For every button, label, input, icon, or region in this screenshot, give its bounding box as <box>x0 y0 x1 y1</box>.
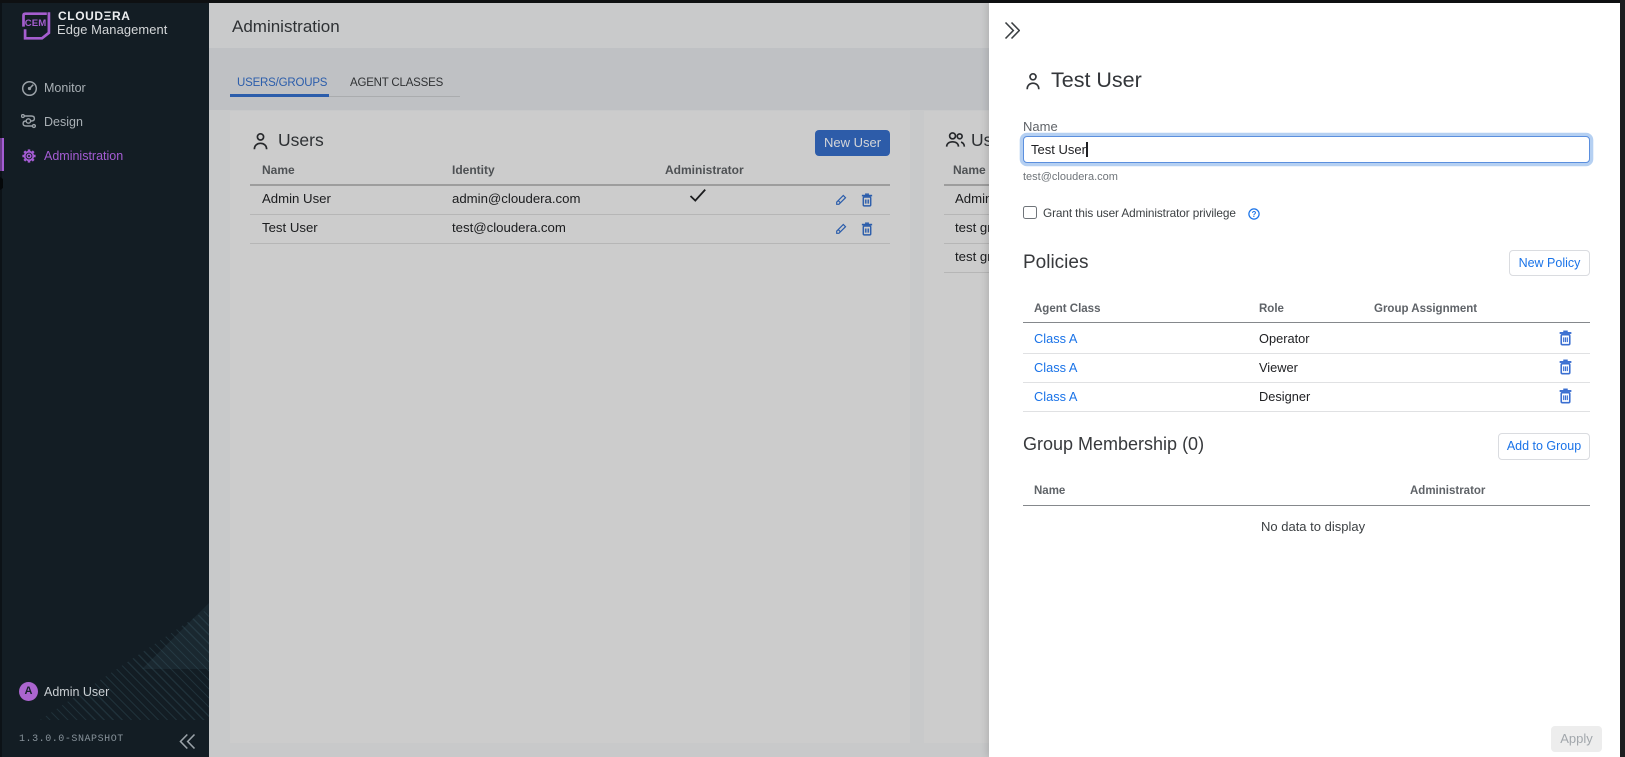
svg-text:CEM: CEM <box>25 18 47 29</box>
svg-text:?: ? <box>1252 210 1257 219</box>
